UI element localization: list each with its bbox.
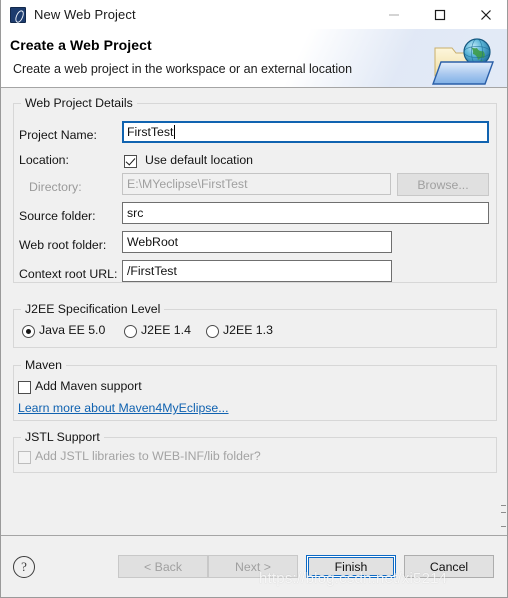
radio-label-j2ee-14: J2EE 1.4 [141,323,191,337]
context-root-url-value: /FirstTest [127,264,177,278]
group-label-j2ee-specification-level: J2EE Specification Level [21,302,165,316]
web-root-folder-value: WebRoot [127,235,179,249]
add-jstl-libraries-checkbox[interactable] [18,451,31,464]
title-bar: New Web Project [1,0,507,29]
minimize-icon[interactable] [371,0,417,29]
project-name-label: Project Name: [19,128,97,142]
dialog-header: Create a Web Project Create a web projec… [1,29,507,88]
source-folder-input[interactable]: src [122,202,489,224]
location-label: Location: [19,153,69,167]
radio-j2ee-14[interactable] [124,325,137,338]
directory-label: Directory: [29,180,82,194]
maximize-icon[interactable] [417,0,463,29]
radio-label-j2ee-13: J2EE 1.3 [223,323,273,337]
group-label-web-project-details: Web Project Details [21,96,137,110]
radio-label-java-ee-50: Java EE 5.0 [39,323,106,337]
myeclipse-logo-icon [10,6,26,23]
next-button[interactable]: Next > [208,555,298,578]
maven4myeclipse-link[interactable]: Learn more about Maven4MyEclipse... [18,401,229,415]
back-button[interactable]: < Back [118,555,208,578]
web-root-folder-label: Web root folder: [19,238,107,252]
folder-globe-icon [429,32,499,88]
directory-value: E:\MYeclipse\FirstTest [127,177,248,191]
page-title: Create a Web Project [10,37,152,53]
cancel-button[interactable]: Cancel [404,555,494,578]
text-caret [174,125,176,139]
window-controls [371,0,507,29]
project-name-value: FirstTest [127,125,174,139]
dialog-footer: ? < Back Next > Finish Cancel [1,535,507,596]
close-icon[interactable] [463,0,507,29]
group-label-jstl-support: JSTL Support [21,430,104,444]
page-description: Create a web project in the workspace or… [13,62,353,76]
use-default-location-label: Use default location [145,153,254,167]
dialog-body: Web Project Details Project Name: FirstT… [1,89,507,535]
edge-tick [501,526,506,527]
source-folder-value: src [127,206,144,220]
radio-java-ee-50[interactable] [22,325,35,338]
browse-button[interactable]: Browse... [397,173,489,196]
context-root-url-label: Context root URL: [19,267,118,281]
use-default-location-checkbox[interactable] [124,155,137,168]
help-icon[interactable]: ? [13,556,35,578]
directory-input[interactable]: E:\MYeclipse\FirstTest [122,173,391,195]
finish-button[interactable]: Finish [306,555,396,578]
window-title: New Web Project [34,7,136,22]
radio-j2ee-13[interactable] [206,325,219,338]
edge-tick [501,505,506,506]
add-maven-support-label: Add Maven support [35,379,142,393]
add-maven-support-checkbox[interactable] [18,381,31,394]
web-root-folder-input[interactable]: WebRoot [122,231,392,253]
context-root-url-input[interactable]: /FirstTest [122,260,392,282]
new-web-project-dialog: New Web Project Create a Web Project Cre… [0,0,508,598]
add-jstl-libraries-label: Add JSTL libraries to WEB-INF/lib folder… [35,449,261,463]
source-folder-label: Source folder: [19,209,96,223]
project-name-input[interactable]: FirstTest [122,121,489,143]
group-label-maven: Maven [21,358,66,372]
edge-tick [501,512,506,513]
